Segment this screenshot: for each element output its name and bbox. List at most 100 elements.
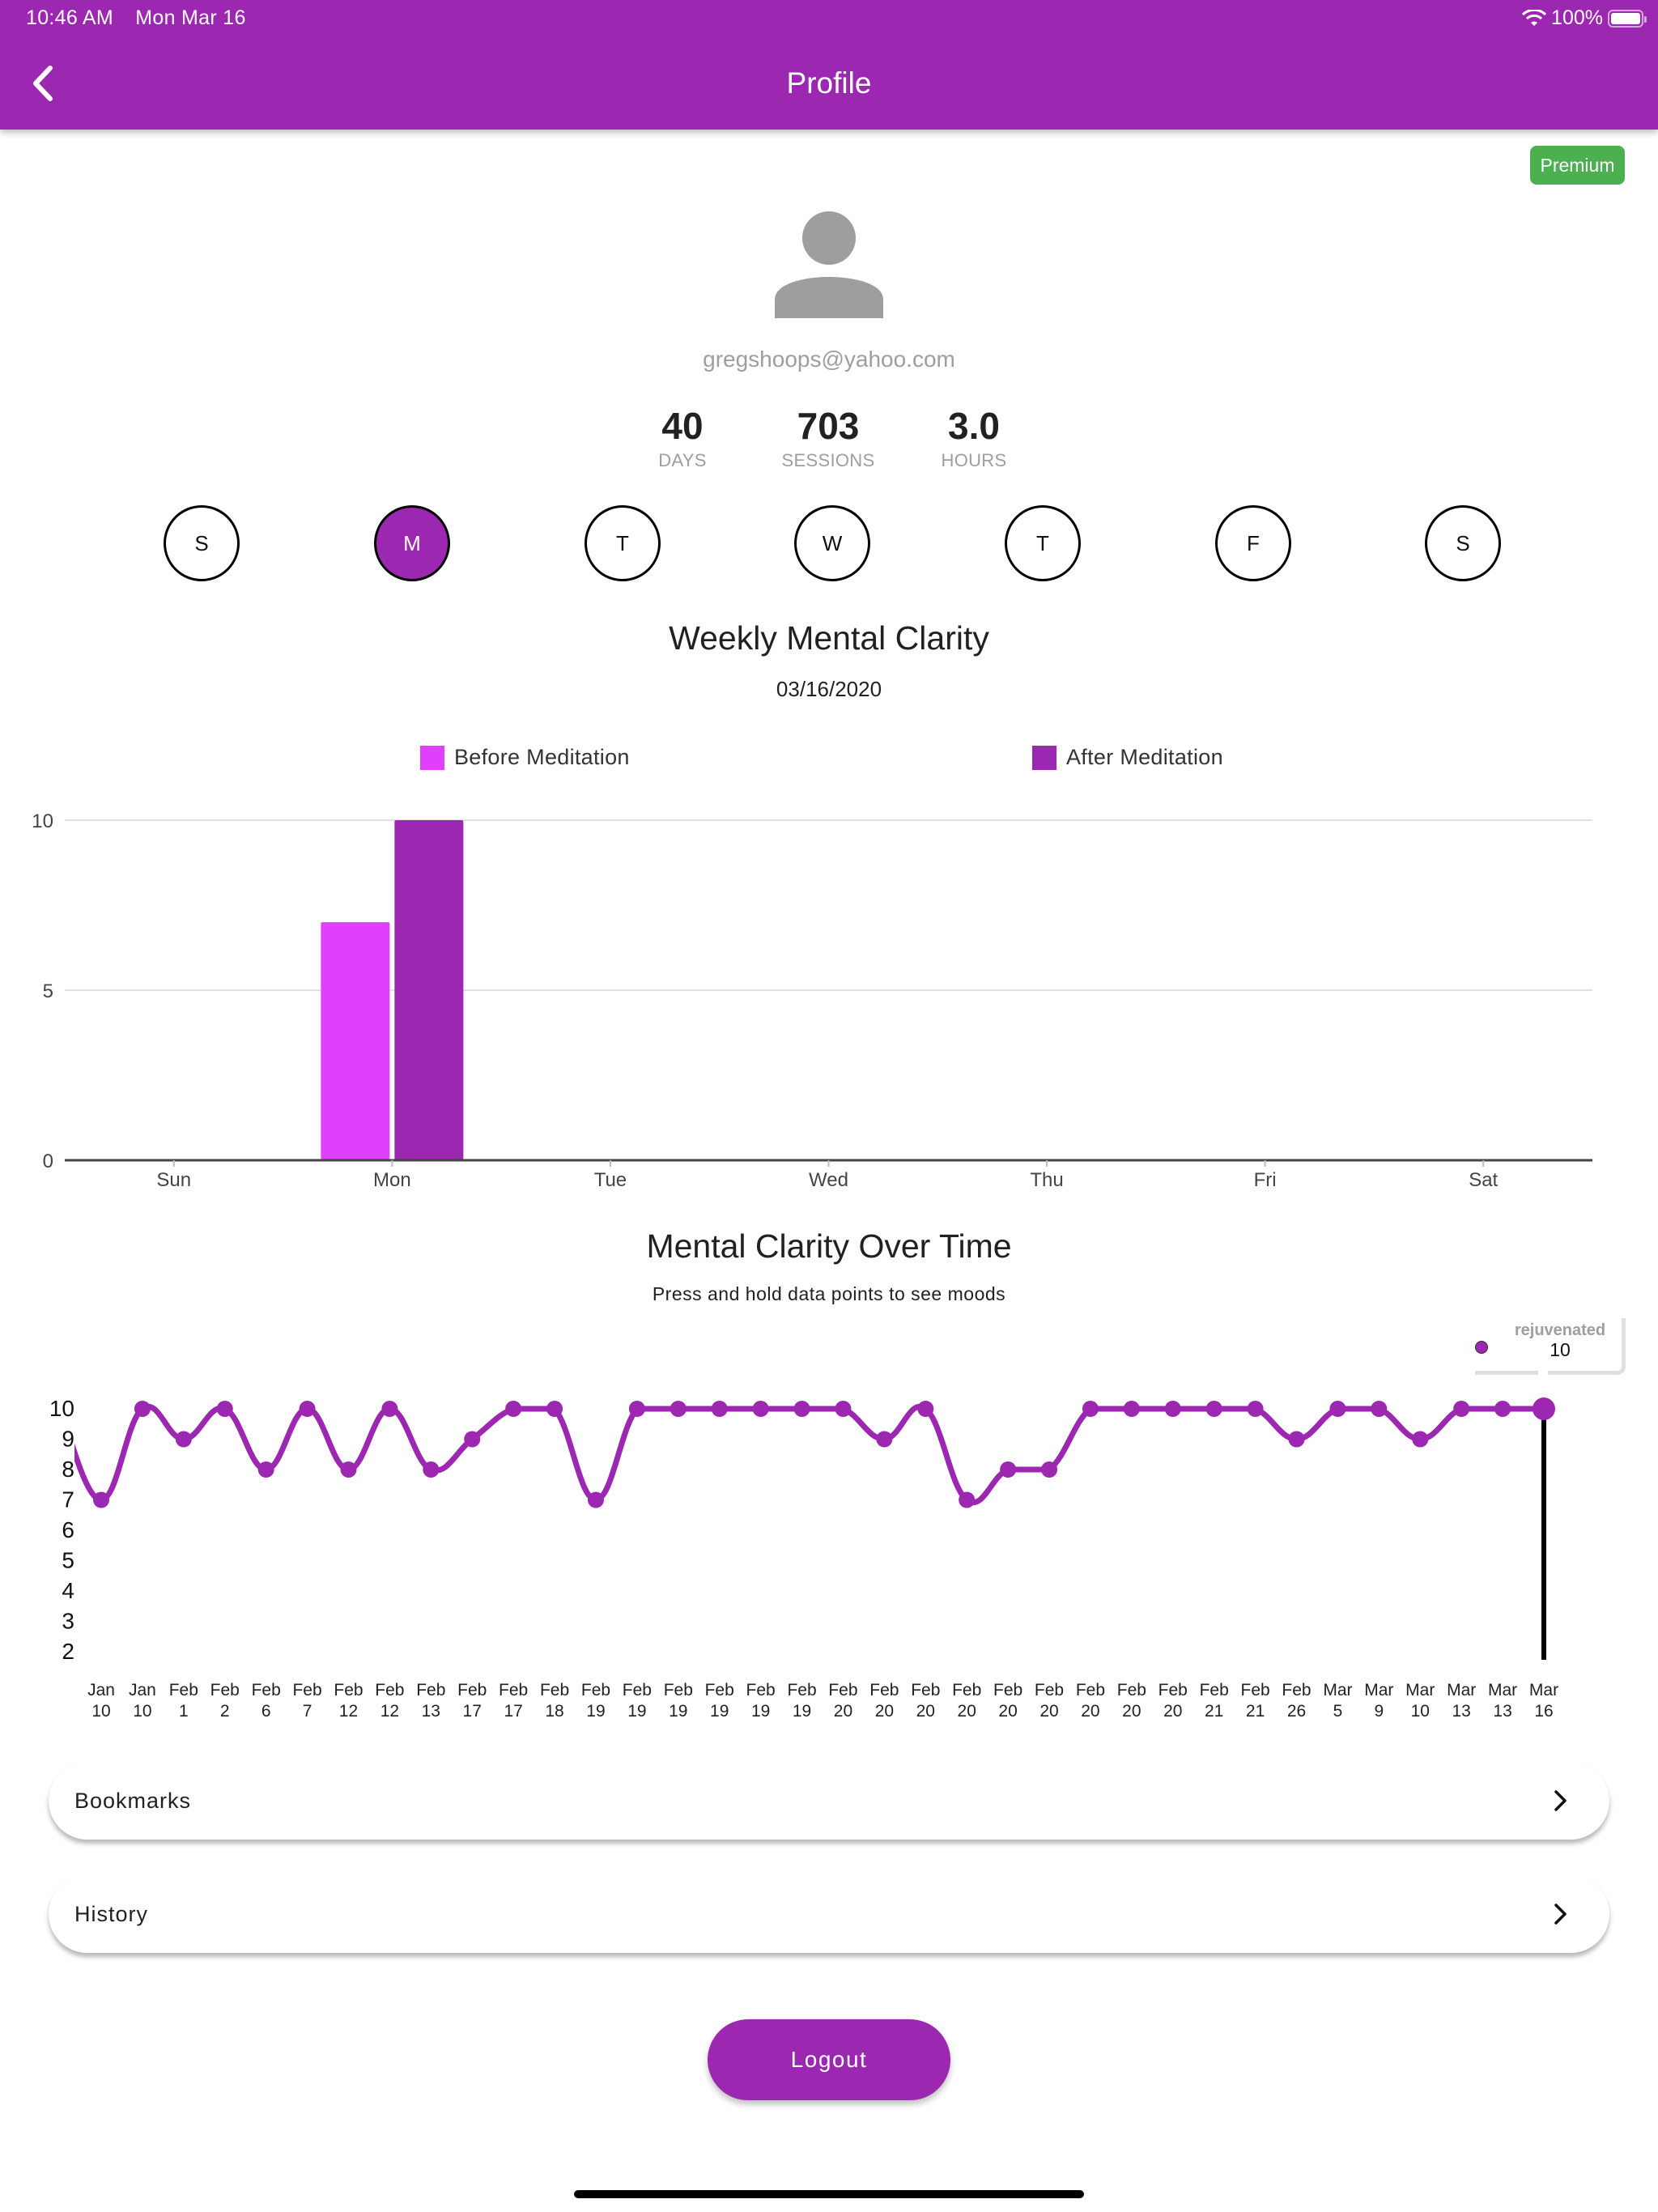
x-tick-label-day: 16 xyxy=(1534,1702,1553,1721)
data-point[interactable] xyxy=(752,1401,769,1417)
data-point[interactable] xyxy=(381,1401,398,1417)
premium-badge: Premium xyxy=(1530,146,1625,185)
x-tick-label-day: 9 xyxy=(1374,1702,1384,1721)
x-tick-label-month: Feb xyxy=(1282,1681,1311,1699)
stat-sessions: 703 SESSIONS xyxy=(747,402,909,471)
data-point[interactable] xyxy=(1533,1397,1555,1420)
x-tick-label-day: 10 xyxy=(133,1702,151,1721)
data-point[interactable] xyxy=(1082,1401,1099,1417)
line-chart-subtitle: Press and hold data points to see moods xyxy=(652,1283,1006,1304)
day-button-wed[interactable]: W xyxy=(794,505,870,581)
data-point[interactable] xyxy=(1288,1431,1305,1448)
legend-label-before: Before Meditation xyxy=(454,745,630,769)
x-tick-label-month: Jan xyxy=(129,1681,156,1699)
data-point[interactable] xyxy=(917,1401,934,1417)
data-point[interactable] xyxy=(175,1431,192,1448)
x-tick-label-day: 20 xyxy=(916,1702,935,1721)
day-button-mon[interactable]: M xyxy=(374,505,450,581)
x-tick-label: Thu xyxy=(1030,1169,1063,1191)
stat-value: 3.0 xyxy=(948,405,1000,447)
x-tick-label-month: Mar xyxy=(1529,1681,1558,1699)
x-tick-label-day: 20 xyxy=(958,1702,976,1721)
day-button-fri[interactable]: F xyxy=(1215,505,1291,581)
data-point[interactable] xyxy=(1494,1401,1511,1417)
x-tick-label-day: 12 xyxy=(339,1702,358,1721)
stat-value: 703 xyxy=(797,405,860,447)
data-point[interactable] xyxy=(505,1401,522,1417)
day-button-sat[interactable]: S xyxy=(1425,505,1501,581)
data-point[interactable] xyxy=(1164,1401,1181,1417)
data-point[interactable] xyxy=(587,1491,604,1508)
x-tick-label-day: 13 xyxy=(422,1702,440,1721)
logout-button[interactable]: Logout xyxy=(708,2019,950,2100)
x-tick-label: Sat xyxy=(1469,1169,1498,1191)
y-tick-label: 4 xyxy=(62,1578,74,1603)
data-point[interactable] xyxy=(1123,1401,1140,1417)
x-tick-label-day: 12 xyxy=(380,1702,399,1721)
x-tick-label-day: 26 xyxy=(1287,1702,1306,1721)
x-tick-label-day: 20 xyxy=(875,1702,894,1721)
bookmarks-button[interactable]: Bookmarks xyxy=(49,1762,1609,1840)
x-tick-label-month: Feb xyxy=(416,1681,445,1699)
status-bar-right: 100% xyxy=(1522,6,1647,30)
data-point[interactable] xyxy=(835,1401,852,1417)
data-point[interactable] xyxy=(1329,1401,1346,1417)
data-point[interactable] xyxy=(628,1401,645,1417)
data-point[interactable] xyxy=(299,1401,316,1417)
data-point[interactable] xyxy=(93,1491,109,1508)
day-button-tue[interactable]: T xyxy=(585,505,661,581)
x-tick-label-month: Mar xyxy=(1488,1681,1517,1699)
data-point[interactable] xyxy=(1205,1401,1222,1417)
x-tick-label-month: Feb xyxy=(952,1681,981,1699)
y-tick-label: 10 xyxy=(49,1396,74,1421)
day-button-sun[interactable]: S xyxy=(164,505,240,581)
x-tick-label-day: 21 xyxy=(1205,1702,1223,1721)
data-point[interactable] xyxy=(423,1461,440,1478)
data-point[interactable] xyxy=(793,1401,810,1417)
legend-label-after: After Meditation xyxy=(1066,745,1223,769)
data-point[interactable] xyxy=(257,1461,274,1478)
x-tick-label-month: Jan xyxy=(87,1681,115,1699)
data-point[interactable] xyxy=(1412,1431,1429,1448)
data-point[interactable] xyxy=(876,1431,893,1448)
x-tick-label-month: Feb xyxy=(746,1681,776,1699)
history-button[interactable]: History xyxy=(49,1875,1609,1953)
data-point[interactable] xyxy=(134,1401,151,1417)
x-tick-label: Fri xyxy=(1254,1169,1277,1191)
mental-clarity-line-chart[interactable]: 2 3 4 5 6 7 8 9 10 Jan 10 Jan 10 Feb 1 Feb 2 Feb 6 Feb 7 Feb… xyxy=(0,1376,1658,1733)
data-point[interactable] xyxy=(1041,1461,1058,1478)
x-tick-label-month: Feb xyxy=(499,1681,528,1699)
line-chart-title: Mental Clarity Over Time xyxy=(646,1227,1012,1265)
data-point[interactable] xyxy=(340,1461,357,1478)
day-button-thu[interactable]: T xyxy=(1005,505,1081,581)
page-title: Profile xyxy=(786,66,872,100)
history-label: History xyxy=(74,1901,149,1926)
data-point[interactable] xyxy=(216,1401,233,1417)
data-point[interactable] xyxy=(670,1401,687,1417)
x-tick-label-month: Feb xyxy=(1117,1681,1146,1699)
x-tick-label-day: 13 xyxy=(1452,1702,1470,1721)
x-tick-label-day: 2 xyxy=(220,1702,230,1721)
y-tick-label: 2 xyxy=(62,1639,74,1664)
y-tick-label: 10 xyxy=(32,810,53,832)
status-bar-left: 10:46 AM Mon Mar 16 xyxy=(26,6,246,30)
data-point[interactable] xyxy=(1371,1401,1388,1417)
y-tick-label: 9 xyxy=(62,1427,74,1452)
x-tick-label-day: 20 xyxy=(1122,1702,1141,1721)
x-tick-label-day: 21 xyxy=(1246,1702,1265,1721)
data-point[interactable] xyxy=(1453,1401,1470,1417)
data-point[interactable] xyxy=(464,1431,481,1448)
data-point[interactable] xyxy=(711,1401,728,1417)
data-point[interactable] xyxy=(546,1401,563,1417)
x-tick-label-day: 7 xyxy=(303,1702,312,1721)
status-time: 10:46 AM xyxy=(26,6,114,29)
x-tick-label-month: Feb xyxy=(911,1681,940,1699)
x-tick-label-day: 19 xyxy=(751,1702,770,1721)
data-point[interactable] xyxy=(1247,1401,1264,1417)
weekly-chart-date: 03/16/2020 xyxy=(776,677,882,701)
bar-before xyxy=(321,922,390,1160)
data-point[interactable] xyxy=(959,1491,976,1508)
data-point[interactable] xyxy=(1000,1461,1017,1478)
stat-label: SESSIONS xyxy=(781,450,875,470)
x-tick-label-month: Feb xyxy=(334,1681,363,1699)
